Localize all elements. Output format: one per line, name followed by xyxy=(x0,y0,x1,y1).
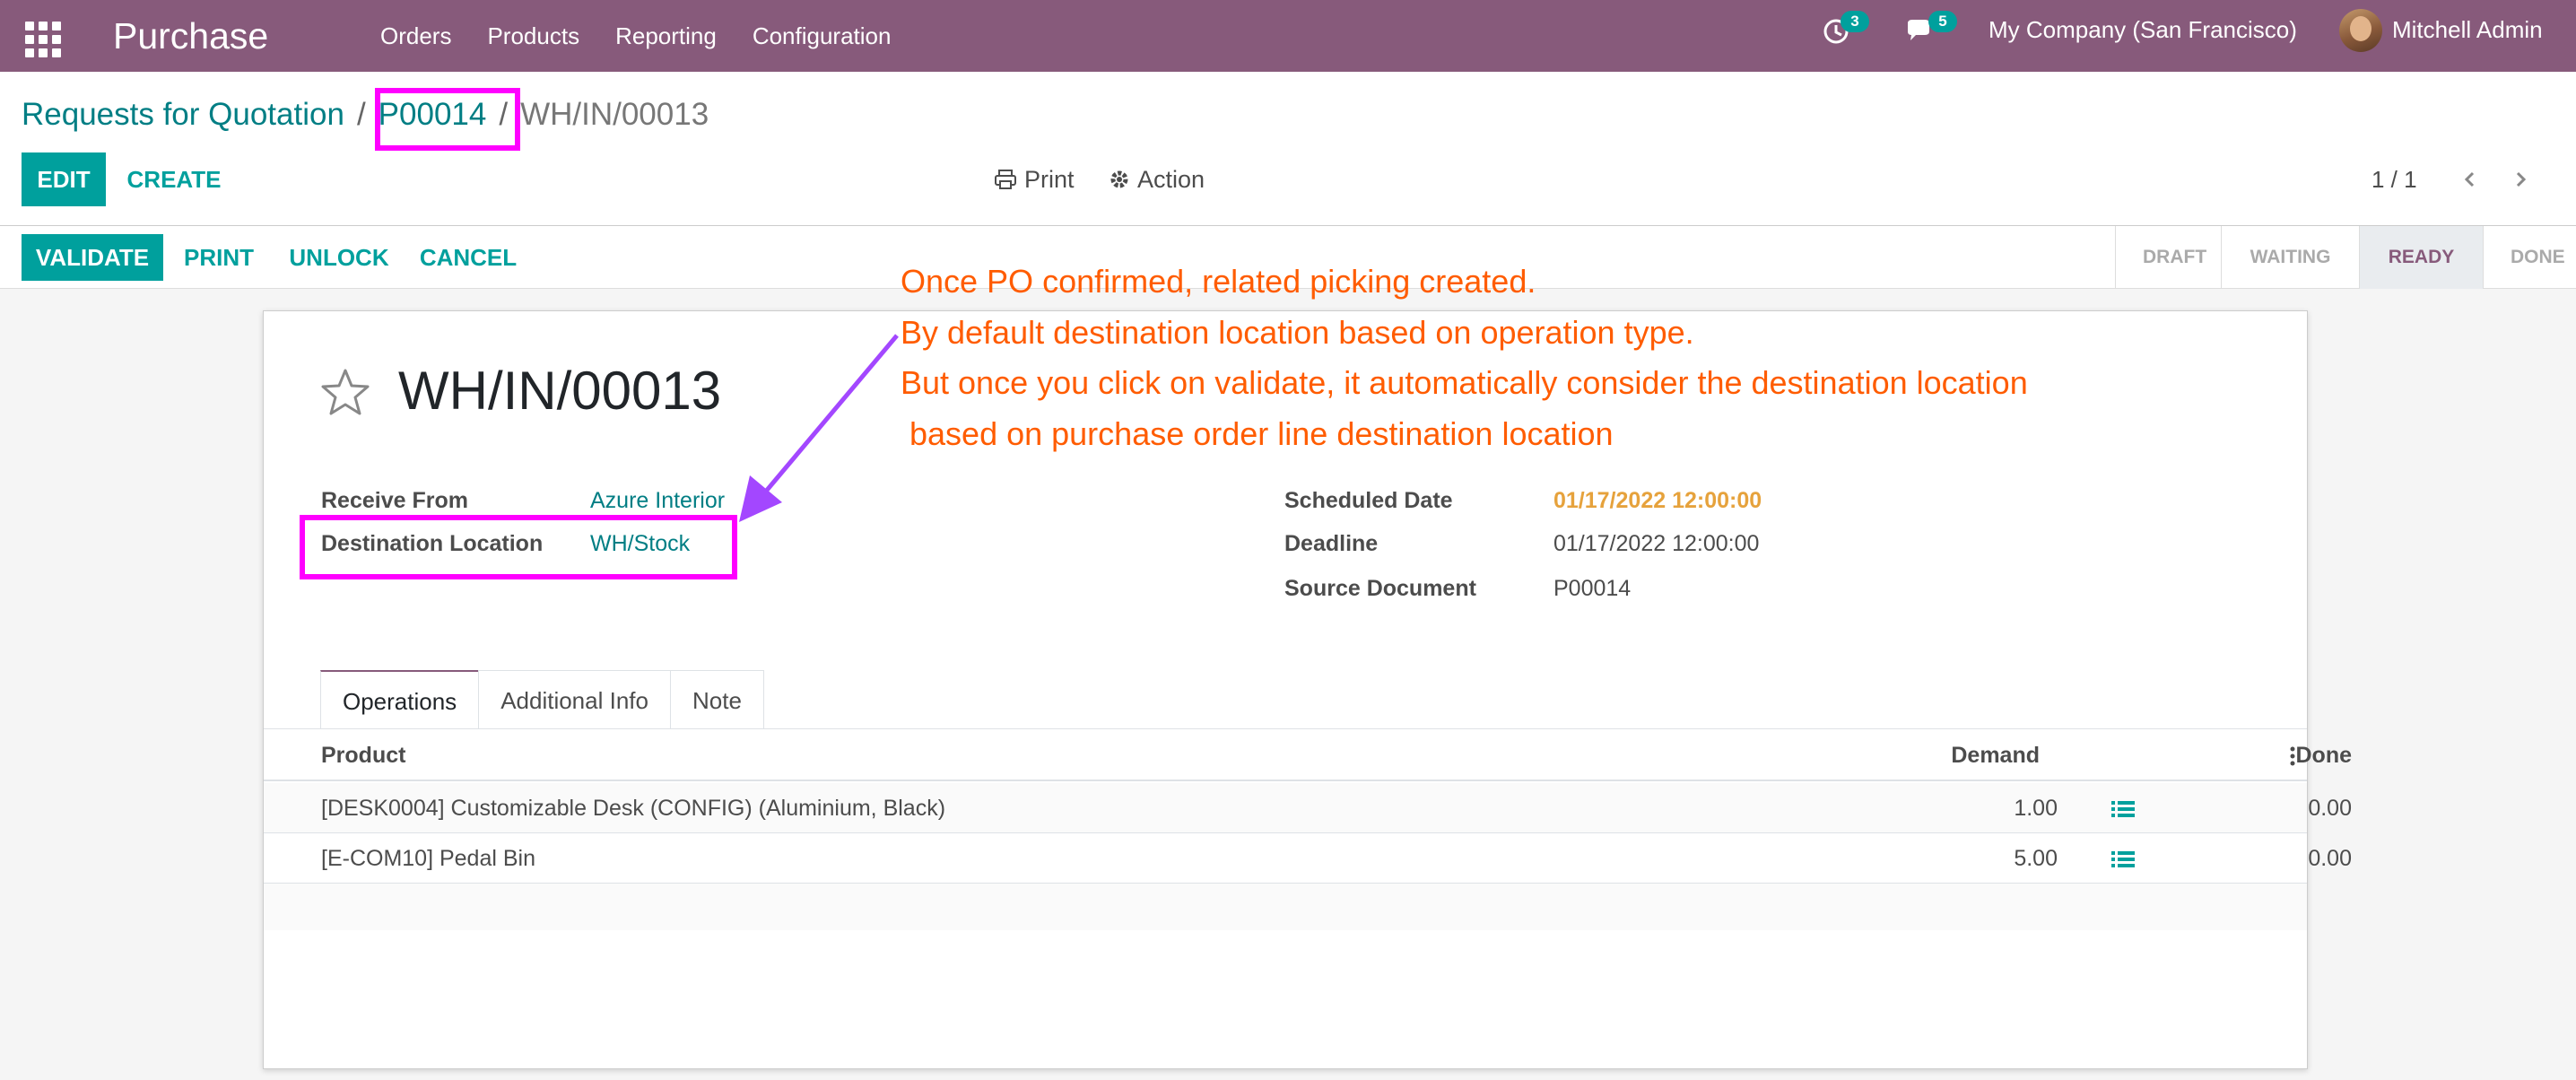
activity-count-badge: 3 xyxy=(1841,11,1869,32)
table-row[interactable]: [E-COM10] Pedal Bin 5.00 0.00 xyxy=(264,833,2352,884)
row-done: 0.00 xyxy=(2308,796,2352,821)
highlight-box-po xyxy=(375,88,520,151)
annotation-line-1: Once PO confirmed, related picking creat… xyxy=(901,263,1536,300)
column-done[interactable]: Done xyxy=(2047,729,2353,781)
tab-additional-info[interactable]: Additional Info xyxy=(478,670,671,729)
user-avatar[interactable] xyxy=(2339,9,2382,52)
tab-note[interactable]: Note xyxy=(669,670,764,729)
source-document-label: Source Document xyxy=(1284,576,1476,601)
edit-button[interactable]: EDIT xyxy=(22,152,106,206)
breadcrumb-separator: / xyxy=(356,97,366,132)
company-switcher[interactable]: My Company (San Francisco) xyxy=(1989,0,2297,59)
detailed-operations-icon[interactable] xyxy=(2111,799,2135,819)
table-empty-row xyxy=(264,884,2307,930)
tab-operations[interactable]: Operations xyxy=(320,670,480,729)
action-dropdown[interactable]: Action xyxy=(1109,152,1205,206)
breadcrumb: Requests for Quotation / P00014/WH/IN/0001… xyxy=(22,95,709,135)
column-done-label: Done xyxy=(2295,743,2353,768)
action-label: Action xyxy=(1137,165,1205,193)
menu-item-configuration[interactable]: Configuration xyxy=(753,22,892,50)
table-row[interactable]: [DESK0004] Customizable Desk (CONFIG) (A… xyxy=(264,783,2352,833)
star-icon[interactable] xyxy=(319,367,371,419)
message-count-badge: 5 xyxy=(1928,11,1957,32)
receive-from-value[interactable]: Azure Interior xyxy=(590,487,725,514)
printer-icon xyxy=(995,170,1016,189)
scheduled-date-label: Scheduled Date xyxy=(1284,488,1453,513)
row-product: [DESK0004] Customizable Desk (CONFIG) (A… xyxy=(321,796,946,821)
annotation-line-4: based on purchase order line destination… xyxy=(901,414,1614,452)
app-name[interactable]: Purchase xyxy=(113,9,268,63)
gear-icon xyxy=(1110,170,1128,188)
deadline-label: Deadline xyxy=(1284,531,1379,556)
record-title: WH/IN/00013 xyxy=(398,361,722,421)
status-step-waiting[interactable]: WAITING xyxy=(2221,226,2359,289)
menu-item-products[interactable]: Products xyxy=(487,22,579,50)
menu-item-orders[interactable]: Orders xyxy=(380,22,451,50)
print-dropdown[interactable]: Print xyxy=(994,152,1075,206)
annotation-arrow xyxy=(739,334,899,522)
receive-from-label: Receive From xyxy=(321,488,468,513)
column-product[interactable]: Product xyxy=(321,729,405,781)
detailed-operations-icon[interactable] xyxy=(2111,849,2135,869)
scheduled-date-value: 01/17/2022 12:00:00 xyxy=(1553,488,1762,513)
status-step-ready[interactable]: READY xyxy=(2359,226,2483,289)
menu-item-reporting[interactable]: Reporting xyxy=(615,22,717,50)
breadcrumb-rfq[interactable]: Requests for Quotation xyxy=(22,97,344,132)
annotation-line-3: But once you click on validate, it autom… xyxy=(901,364,2028,401)
annotation-note: Once PO confirmed, related picking creat… xyxy=(901,257,2028,459)
pager-value[interactable]: 1 / 1 xyxy=(2371,152,2417,206)
user-menu[interactable]: Mitchell Admin xyxy=(2392,0,2543,59)
status-steps: DRAFT WAITING READY DONE xyxy=(2115,226,2576,289)
print-label: Print xyxy=(1024,165,1075,193)
validate-button[interactable]: VALIDATE xyxy=(22,234,163,281)
deadline-value: 01/17/2022 12:00:00 xyxy=(1553,531,1760,556)
cancel-button[interactable]: CANCEL xyxy=(413,234,524,281)
row-done: 0.00 xyxy=(2308,846,2352,871)
breadcrumb-current: WH/IN/00013 xyxy=(520,97,709,132)
print-button[interactable]: PRINT xyxy=(176,234,262,281)
source-document-value: P00014 xyxy=(1553,576,1632,601)
chevron-left-icon[interactable] xyxy=(2461,170,2479,188)
optional-columns-icon[interactable] xyxy=(2289,745,2296,767)
notebook-tabs: Operations Additional Info Note xyxy=(320,670,764,729)
chevron-right-icon[interactable] xyxy=(2511,170,2529,188)
create-button[interactable]: CREATE xyxy=(120,152,228,206)
highlight-box-destination xyxy=(300,515,737,579)
column-demand[interactable]: Demand xyxy=(1690,729,2040,781)
annotation-line-2: By default destination location based on… xyxy=(901,313,1694,351)
operations-table-header: Product Demand Done xyxy=(264,729,2352,781)
status-step-draft[interactable]: DRAFT xyxy=(2115,226,2221,289)
apps-menu-icon[interactable] xyxy=(22,18,61,57)
top-navbar: Purchase Orders Products Reporting Confi… xyxy=(0,0,2576,72)
status-step-done[interactable]: DONE xyxy=(2483,226,2576,289)
row-product: [E-COM10] Pedal Bin xyxy=(321,846,535,871)
unlock-button[interactable]: UNLOCK xyxy=(278,234,400,281)
main-menu: Orders Products Reporting Configuration xyxy=(380,0,927,72)
